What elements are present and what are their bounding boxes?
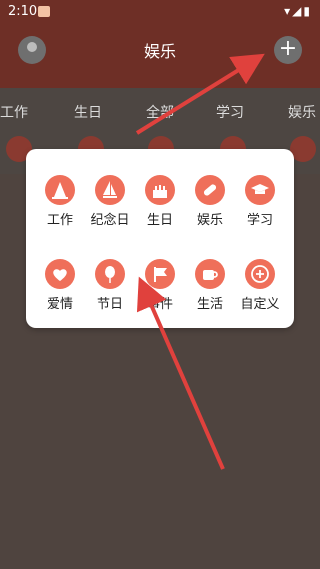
category-label: 纪念日 [90,213,130,228]
graduation-cap-icon [245,175,275,205]
notification-icon [38,6,50,17]
status-icons: ▾◢▮ [284,4,312,18]
heart-icon [45,259,75,289]
page-title: 娱乐 [143,42,176,61]
cake-icon [145,175,175,205]
flag-icon [145,259,175,289]
category-label: 事件 [146,297,173,312]
hat-icon [45,175,75,205]
category-birthday[interactable]: 生日 [135,175,185,228]
category-label: 工作 [46,213,73,228]
category-entertainment[interactable]: 娱乐 [185,175,235,228]
tab-all[interactable]: 全部 [146,102,174,122]
tab-work[interactable]: 工作 [0,102,28,122]
sailboat-icon [95,175,125,205]
add-button[interactable]: + [274,36,302,64]
category-label: 生活 [196,297,223,312]
category-event[interactable]: 事件 [135,259,185,312]
category-label: 爱情 [46,297,73,312]
category-label: 节日 [96,297,123,312]
tab-birthday[interactable]: 生日 [74,102,102,122]
category-love[interactable]: 爱情 [35,259,85,312]
category-work[interactable]: 工作 [35,175,85,228]
category-anniversary[interactable]: 纪念日 [85,175,135,228]
app-header: 娱乐 + [0,24,320,88]
status-bar: 2:10 ▾◢▮ [0,0,320,24]
tab-entertainment[interactable]: 娱乐 [288,102,316,122]
balloon-icon [95,259,125,289]
category-popup: 工作 纪念日 生日 娱乐 学习 爱情 节日 事件 生活 自定义 [26,149,294,328]
category-holiday[interactable]: 节日 [85,259,135,312]
tab-study[interactable]: 学习 [216,102,244,122]
category-label: 娱乐 [196,213,223,228]
category-tabs: 工作 生日 全部 学习 娱乐 [0,88,320,130]
category-label: 生日 [146,213,173,228]
category-study[interactable]: 学习 [235,175,285,228]
cup-icon [195,259,225,289]
pill-icon [195,175,225,205]
category-label: 学习 [246,213,273,228]
plus-icon [245,259,275,289]
status-time: 2:10 [8,4,38,19]
category-custom[interactable]: 自定义 [235,259,285,312]
category-label: 自定义 [240,297,280,312]
category-life[interactable]: 生活 [185,259,235,312]
